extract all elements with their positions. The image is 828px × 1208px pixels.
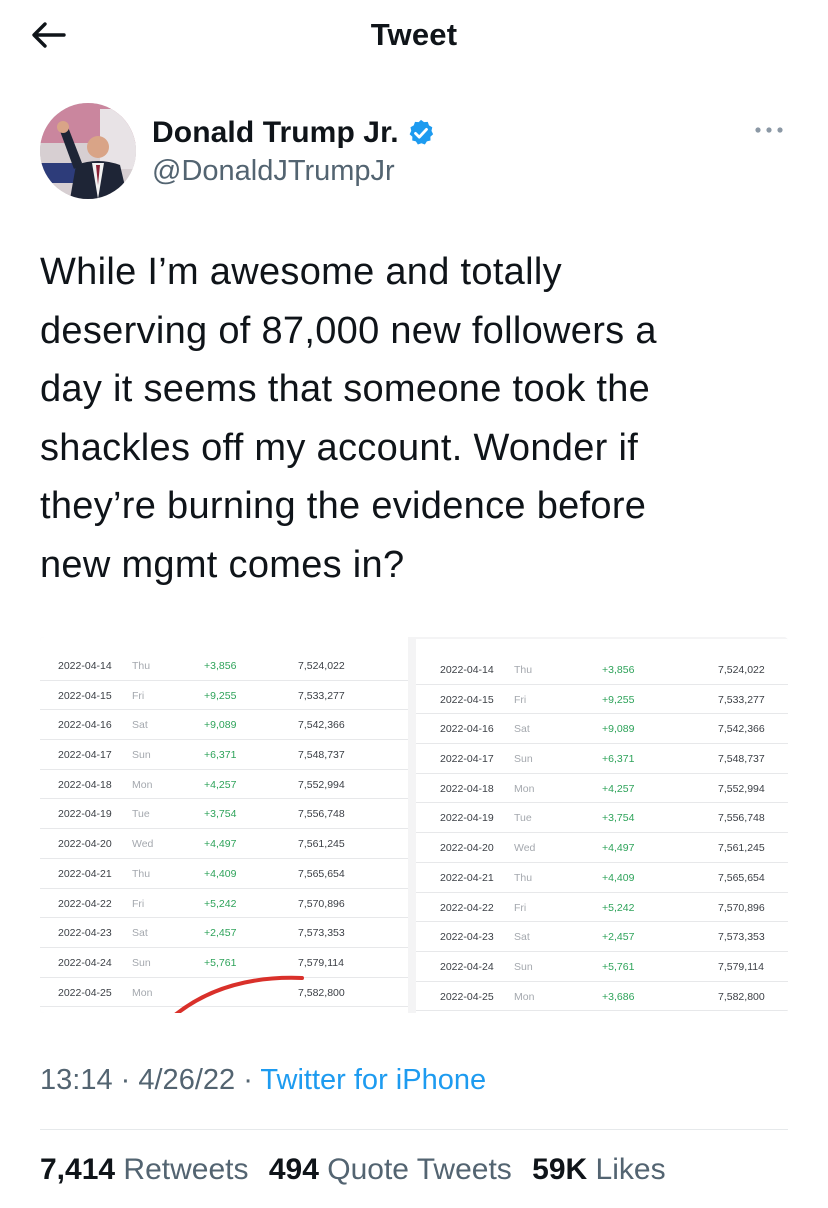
row-total: 7,579,114 [718, 960, 764, 973]
row-day: Fri [514, 901, 527, 914]
avatar[interactable] [40, 103, 136, 199]
tweet-meta: 13:14 · 4/26/22 · Twitter for iPhone [40, 1064, 486, 1097]
retweets-stat[interactable]: 7,414 Retweets [40, 1153, 248, 1186]
table-row: 2022-04-17 Sun +6,371 7,548,737 [416, 744, 788, 774]
table-row: 2022-04-25 Mon +3,686 7,582,800 [416, 982, 788, 1012]
quote-tweets-stat[interactable]: 494 Quote Tweets [269, 1153, 512, 1186]
row-gain: +3,754 [602, 812, 635, 825]
row-day: Wed [514, 842, 536, 855]
row-gain: +6,371 [602, 753, 635, 766]
verified-badge-icon [409, 119, 433, 145]
author-name-row: Donald Trump Jr. [152, 113, 436, 153]
tweet-line: new mgmt comes in? [40, 543, 405, 586]
row-total: 7,533,277 [718, 693, 765, 706]
table-row: 2022-04-24 Sun +5,761 7,579,114 [416, 952, 788, 982]
row-date: 2022-04-23 [440, 931, 494, 944]
row-total: 7,542,366 [718, 723, 765, 736]
tweet-line: day it seems that someone took the [40, 368, 651, 410]
top-bar: Tweet [0, 0, 828, 72]
likes-count: 59K [532, 1153, 588, 1186]
row-date: 2022-04-19 [440, 812, 494, 825]
row-gain: +9,089 [602, 723, 635, 736]
tweet-line: shackles off my account. Wonder if [40, 426, 639, 469]
retweets-label: Retweets [123, 1153, 249, 1186]
tweet-line: they’re burning the evidence before [40, 485, 647, 527]
meta-separator: · [243, 1064, 253, 1096]
row-total: 7,561,245 [718, 842, 765, 855]
row-gain: +5,761 [602, 960, 635, 973]
row-gain: +4,257 [602, 782, 635, 795]
tweet-line: While I’m awesome and totally [40, 251, 562, 293]
media-image-right[interactable]: 2022-04-14 Thu +3,856 7,524,022 2022-04-15 Fr… [416, 639, 788, 1013]
follower-table-right: 2022-04-14 Thu +3,856 7,524,022 2022-04-15 Fr… [416, 655, 788, 1012]
table-row: 2022-04-15 Fri +9,255 7,533,277 [416, 685, 788, 715]
row-date: 2022-04-20 [440, 842, 494, 855]
author-handle[interactable]: @DonaldJTrumpJr [152, 155, 395, 188]
row-gain: +4,497 [602, 842, 635, 855]
divider [40, 1129, 788, 1130]
more-options-button[interactable] [752, 120, 786, 140]
quote-tweets-label: Quote Tweets [327, 1153, 512, 1186]
red-annotation-stroke [174, 975, 304, 1013]
row-total: 7,573,353 [718, 931, 765, 944]
table-row: 2022-04-16 Sat +9,089 7,542,366 [416, 714, 788, 745]
row-date: 2022-04-18 [440, 782, 494, 795]
table-row: 2022-04-23 Sat +2,457 7,573,353 [416, 922, 788, 952]
row-gain: +2,457 [602, 931, 635, 944]
tweet-time: 13:14 [40, 1064, 113, 1096]
row-total: 7,582,800 [718, 990, 765, 1003]
retweets-count: 7,414 [40, 1153, 116, 1186]
row-gain: +9,255 [602, 693, 635, 706]
likes-label: Likes [595, 1153, 666, 1186]
row-total: 7,548,737 [718, 753, 765, 766]
table-row: 2022-04-20 Wed +4,497 7,561,245 [416, 833, 788, 863]
table-row: 2022-04-18 Mon +4,257 7,552,994 [416, 774, 788, 804]
row-day: Sun [514, 753, 533, 766]
row-date: 2022-04-24 [440, 960, 494, 973]
media-image-left[interactable]: 2022-04-14 Thu +3,856 7,524,022 2022-04-15 Fr… [40, 637, 408, 1013]
tweet-text: While I’m awesome and totally deserving … [40, 243, 800, 594]
row-day: Mon [514, 782, 535, 795]
meta-separator: · [120, 1064, 131, 1096]
row-day: Fri [514, 693, 527, 706]
row-gain: +5,242 [602, 901, 635, 914]
more-horizontal-icon [755, 127, 783, 133]
row-gain: +4,409 [602, 871, 635, 884]
row-total: 7,552,994 [718, 782, 765, 795]
table-row: 2022-04-22 Fri +5,242 7,570,896 [416, 893, 788, 923]
row-day: Sat [514, 931, 530, 944]
tweet-line: deserving of 87,000 new followers a [40, 309, 657, 352]
table-row: 2022-04-14 Thu +3,856 7,524,022 [416, 655, 788, 685]
tweet-source-link[interactable]: Twitter for iPhone [260, 1064, 486, 1096]
page-title: Tweet [370, 17, 458, 52]
tweet-stats: 7,414 Retweets 494 Quote Tweets 59K Like… [40, 1153, 678, 1187]
tweet-media[interactable]: 2022-04-14 Thu +3,856 7,524,022 2022-04-15 Fr… [40, 637, 788, 1013]
row-date: 2022-04-15 [440, 693, 494, 706]
table-row: 2022-04-19 Tue +3,754 7,556,748 [416, 803, 788, 834]
row-date: 2022-04-14 [440, 664, 494, 676]
profile-photo [40, 103, 136, 199]
likes-stat[interactable]: 59K Likes [532, 1153, 665, 1186]
row-day: Sat [514, 723, 530, 736]
quote-tweets-count: 494 [268, 1153, 319, 1186]
row-day: Sun [514, 960, 533, 973]
author-name[interactable]: Donald Trump Jr. [152, 116, 399, 150]
row-total: 7,524,022 [718, 664, 765, 676]
row-day: Thu [514, 871, 533, 884]
row-day: Tue [514, 812, 532, 825]
row-date: 2022-04-16 [440, 723, 494, 736]
row-date: 2022-04-17 [440, 753, 494, 766]
row-total: 7,565,654 [718, 871, 765, 884]
row-gain: +3,856 [602, 664, 635, 676]
row-date: 2022-04-22 [440, 901, 494, 914]
row-day: Thu [514, 664, 533, 676]
row-day: Mon [514, 990, 535, 1003]
row-date: 2022-04-21 [440, 871, 494, 884]
row-total: 7,570,896 [718, 901, 765, 914]
row-date: 2022-04-25 [440, 990, 494, 1003]
table-row: 2022-04-21 Thu +4,409 7,565,654 [416, 863, 788, 893]
tweet-date: 4/26/22 [138, 1064, 236, 1096]
row-total: 7,556,748 [718, 812, 765, 825]
row-gain: +3,686 [602, 990, 635, 1003]
